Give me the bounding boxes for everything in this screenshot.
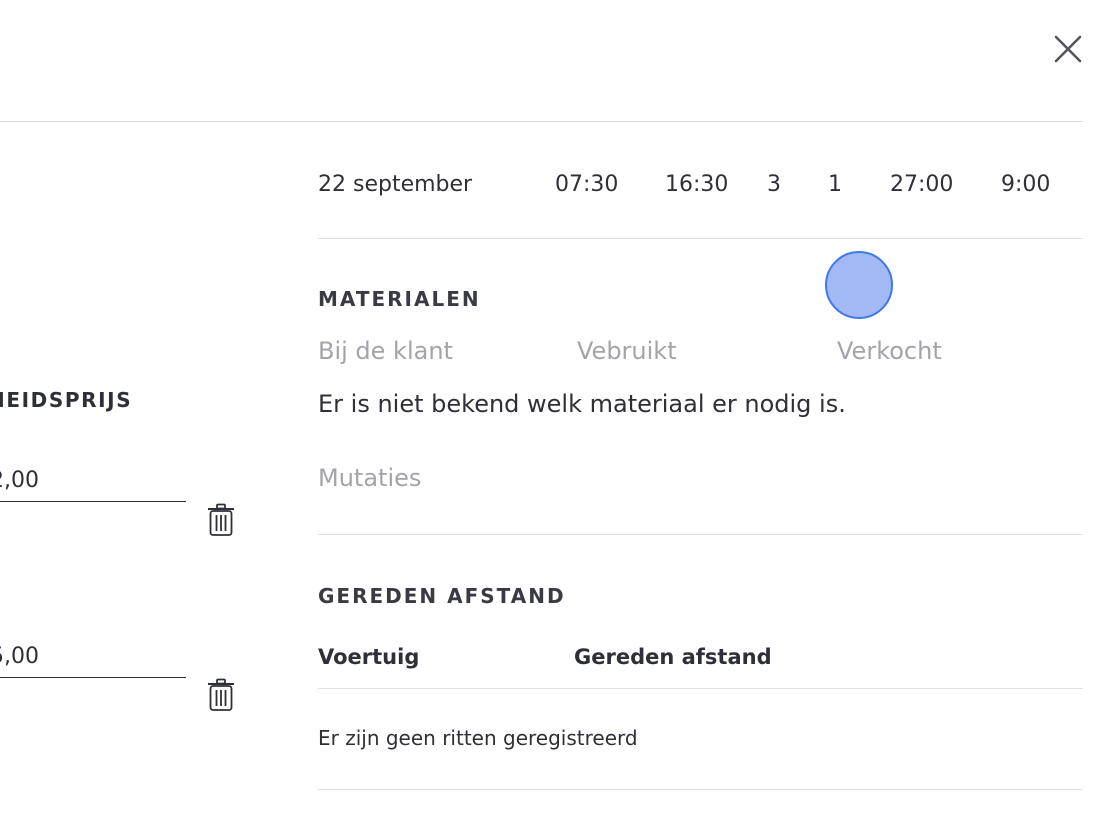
hours-row: 22 september 07:30 16:30 3 1 27:00 9:00	[318, 168, 1083, 208]
mutations-link[interactable]: Mutaties	[318, 464, 421, 492]
header-distance: Gereden afstand	[574, 645, 772, 669]
details-column: 22 september 07:30 16:30 3 1 27:00 9:00 …	[318, 0, 1083, 814]
materials-empty-message: Er is niet bekend welk materiaal er nodi…	[318, 390, 846, 418]
header-vehicle: Voertuig	[318, 645, 420, 669]
trash-icon	[208, 678, 234, 711]
section-divider	[318, 789, 1083, 790]
modal-panel: HEIDSPRIJS 2,00 5,00	[0, 0, 1120, 814]
tab-vebruikt[interactable]: Vebruikt	[577, 337, 677, 365]
delete-row-button[interactable]	[205, 677, 237, 713]
cursor-indicator	[825, 251, 893, 319]
distance-title: GEREDEN AFSTAND	[318, 584, 566, 608]
hours-end-time: 16:30	[665, 172, 729, 197]
unit-price-heading: HEIDSPRIJS	[0, 388, 133, 412]
unit-price-input[interactable]: 5,00	[0, 637, 186, 678]
price-column: HEIDSPRIJS 2,00 5,00	[0, 0, 300, 814]
hours-start-time: 07:30	[555, 172, 619, 197]
hours-net: 9:00	[1001, 172, 1051, 197]
distance-empty-message: Er zijn geen ritten geregistreerd	[318, 726, 638, 750]
hours-col-4: 1	[828, 172, 842, 197]
hours-col-3: 3	[767, 172, 781, 197]
hours-total: 27:00	[890, 172, 954, 197]
trash-icon	[208, 503, 234, 536]
materials-title: MATERIALEN	[318, 287, 481, 311]
tab-bij-de-klant[interactable]: Bij de klant	[318, 337, 453, 365]
tab-verkocht[interactable]: Verkocht	[837, 337, 942, 365]
section-divider	[318, 534, 1083, 535]
hours-date: 22 september	[318, 172, 473, 197]
section-divider	[318, 238, 1083, 239]
delete-row-button[interactable]	[205, 502, 237, 538]
unit-price-input[interactable]: 2,00	[0, 461, 186, 502]
table-divider	[318, 688, 1083, 689]
